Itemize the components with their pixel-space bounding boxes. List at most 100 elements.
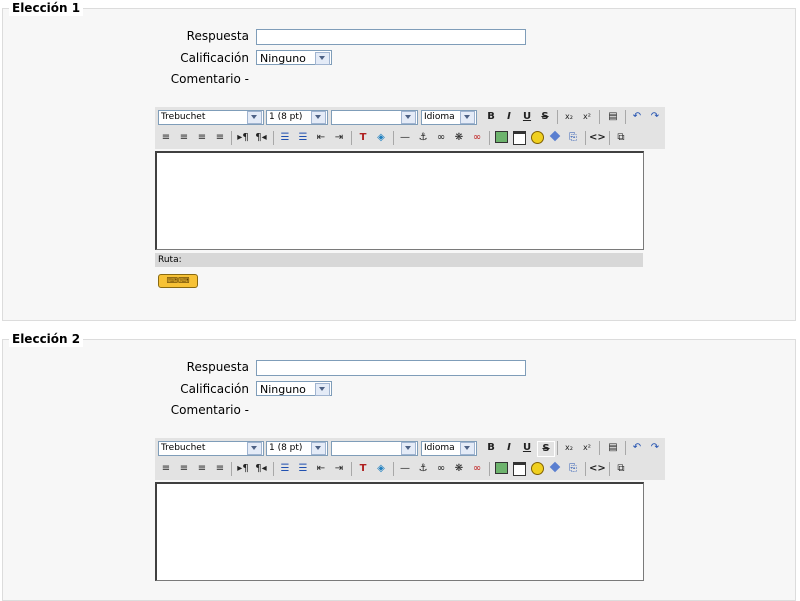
strikethrough-button[interactable]: S [537,110,553,124]
italic-button[interactable]: I [501,441,517,455]
rtl-icon[interactable]: ¶◂ [253,462,269,476]
chevron-down-icon[interactable] [311,442,326,455]
search-replace-icon[interactable]: ⎘ [565,131,581,145]
insert-table-icon[interactable] [511,131,527,145]
toolbar-separator [231,131,232,145]
chevron-down-icon[interactable] [401,111,416,124]
clean-word-icon[interactable]: ▤ [605,441,621,455]
align-right-icon[interactable]: ≡ [194,462,210,476]
insert-table-icon[interactable] [511,462,527,476]
strikethrough-button[interactable]: S [537,441,555,457]
insert-image-icon[interactable] [493,462,509,476]
size-select[interactable]: 1 (8 pt) [266,441,328,456]
background-color-icon[interactable]: ◈ [373,462,389,476]
align-left-icon[interactable]: ≡ [158,131,174,145]
nolink-icon[interactable]: ∞ [469,462,485,476]
anchor-button[interactable]: ⚓ [415,131,431,145]
language-select-value: Idioma [424,112,455,122]
toolbar-separator [625,441,626,455]
answer-input[interactable] [256,360,526,376]
underline-button[interactable]: U [519,441,535,455]
redo-button[interactable]: ↷ [647,441,663,455]
toolbar-separator [489,462,490,476]
ordered-list-icon[interactable]: ☰ [277,462,293,476]
style-select[interactable] [331,110,418,125]
search-replace-icon[interactable]: ⎘ [565,462,581,476]
smiley-icon[interactable] [529,462,545,476]
bold-button[interactable]: B [483,110,499,124]
font-select[interactable]: Trebuchet [158,110,264,125]
background-color-icon[interactable]: ◈ [373,131,389,145]
outdent-icon[interactable]: ⇤ [313,462,329,476]
editor-content-area[interactable] [155,482,644,581]
fullscreen-icon[interactable]: ⧉ [613,131,629,145]
html-source-button[interactable]: <> [589,462,606,476]
align-right-icon[interactable]: ≡ [194,131,210,145]
align-center-icon[interactable]: ≡ [176,462,192,476]
unordered-list-icon[interactable]: ☰ [295,462,311,476]
ltr-icon[interactable]: ▸¶ [235,462,251,476]
special-char-icon[interactable] [547,461,563,476]
rtl-icon[interactable]: ¶◂ [253,131,269,145]
chevron-down-icon[interactable] [247,111,262,124]
size-select[interactable]: 1 (8 pt) [266,110,328,125]
answer-input[interactable] [256,29,526,45]
link-icon[interactable]: ∞ [433,131,449,145]
undo-button[interactable]: ↶ [629,110,645,124]
text-color-icon[interactable]: T [355,462,371,476]
toolbar-separator [625,110,626,124]
font-select[interactable]: Trebuchet [158,441,264,456]
redo-button[interactable]: ↷ [647,110,663,124]
underline-button[interactable]: U [519,110,535,124]
superscript-button[interactable]: x² [579,110,595,124]
chevron-down-icon[interactable] [247,442,262,455]
horizontal-rule-button[interactable]: — [397,131,413,145]
undo-button[interactable]: ↶ [629,441,645,455]
superscript-button[interactable]: x² [579,441,595,455]
align-justify-icon[interactable]: ≡ [212,462,228,476]
outdent-icon[interactable]: ⇤ [313,131,329,145]
style-select[interactable] [331,441,418,456]
text-color-icon[interactable]: T [355,131,371,145]
unlink-icon[interactable]: ❋ [451,462,467,476]
clean-word-icon[interactable]: ▤ [605,110,621,124]
indent-icon[interactable]: ⇥ [331,462,347,476]
unlink-icon[interactable]: ❋ [451,131,467,145]
chevron-down-icon[interactable] [460,111,475,124]
language-select[interactable]: Idioma [421,110,477,125]
special-char-icon[interactable] [547,130,563,145]
align-justify-icon[interactable]: ≡ [212,131,228,145]
answer-label: Respuesta [186,360,249,374]
toolbar-separator [585,462,586,476]
grade-select[interactable]: Ninguno [256,381,332,396]
insert-image-icon[interactable] [493,131,509,145]
subscript-button[interactable]: x₂ [561,110,577,124]
chevron-down-icon[interactable] [315,383,330,396]
help-keyboard-icon[interactable]: ⌨⌨ [158,274,198,288]
indent-icon[interactable]: ⇥ [331,131,347,145]
align-center-icon[interactable]: ≡ [176,131,192,145]
chevron-down-icon[interactable] [315,52,330,65]
horizontal-rule-button[interactable]: — [397,462,413,476]
ltr-icon[interactable]: ▸¶ [235,131,251,145]
align-left-icon[interactable]: ≡ [158,462,174,476]
language-select[interactable]: Idioma [421,441,477,456]
chevron-down-icon[interactable] [311,111,326,124]
chevron-down-icon[interactable] [401,442,416,455]
html-source-button[interactable]: <> [589,131,606,145]
toolbar-separator [273,462,274,476]
link-icon[interactable]: ∞ [433,462,449,476]
answer-label: Respuesta [186,29,249,43]
italic-button[interactable]: I [501,110,517,124]
bold-button[interactable]: B [483,441,499,455]
chevron-down-icon[interactable] [460,442,475,455]
nolink-icon[interactable]: ∞ [469,131,485,145]
anchor-button[interactable]: ⚓ [415,462,431,476]
smiley-icon[interactable] [529,131,545,145]
unordered-list-icon[interactable]: ☰ [295,131,311,145]
subscript-button[interactable]: x₂ [561,441,577,455]
ordered-list-icon[interactable]: ☰ [277,131,293,145]
grade-select[interactable]: Ninguno [256,50,332,65]
fullscreen-icon[interactable]: ⧉ [613,462,629,476]
editor-content-area[interactable] [155,151,644,250]
